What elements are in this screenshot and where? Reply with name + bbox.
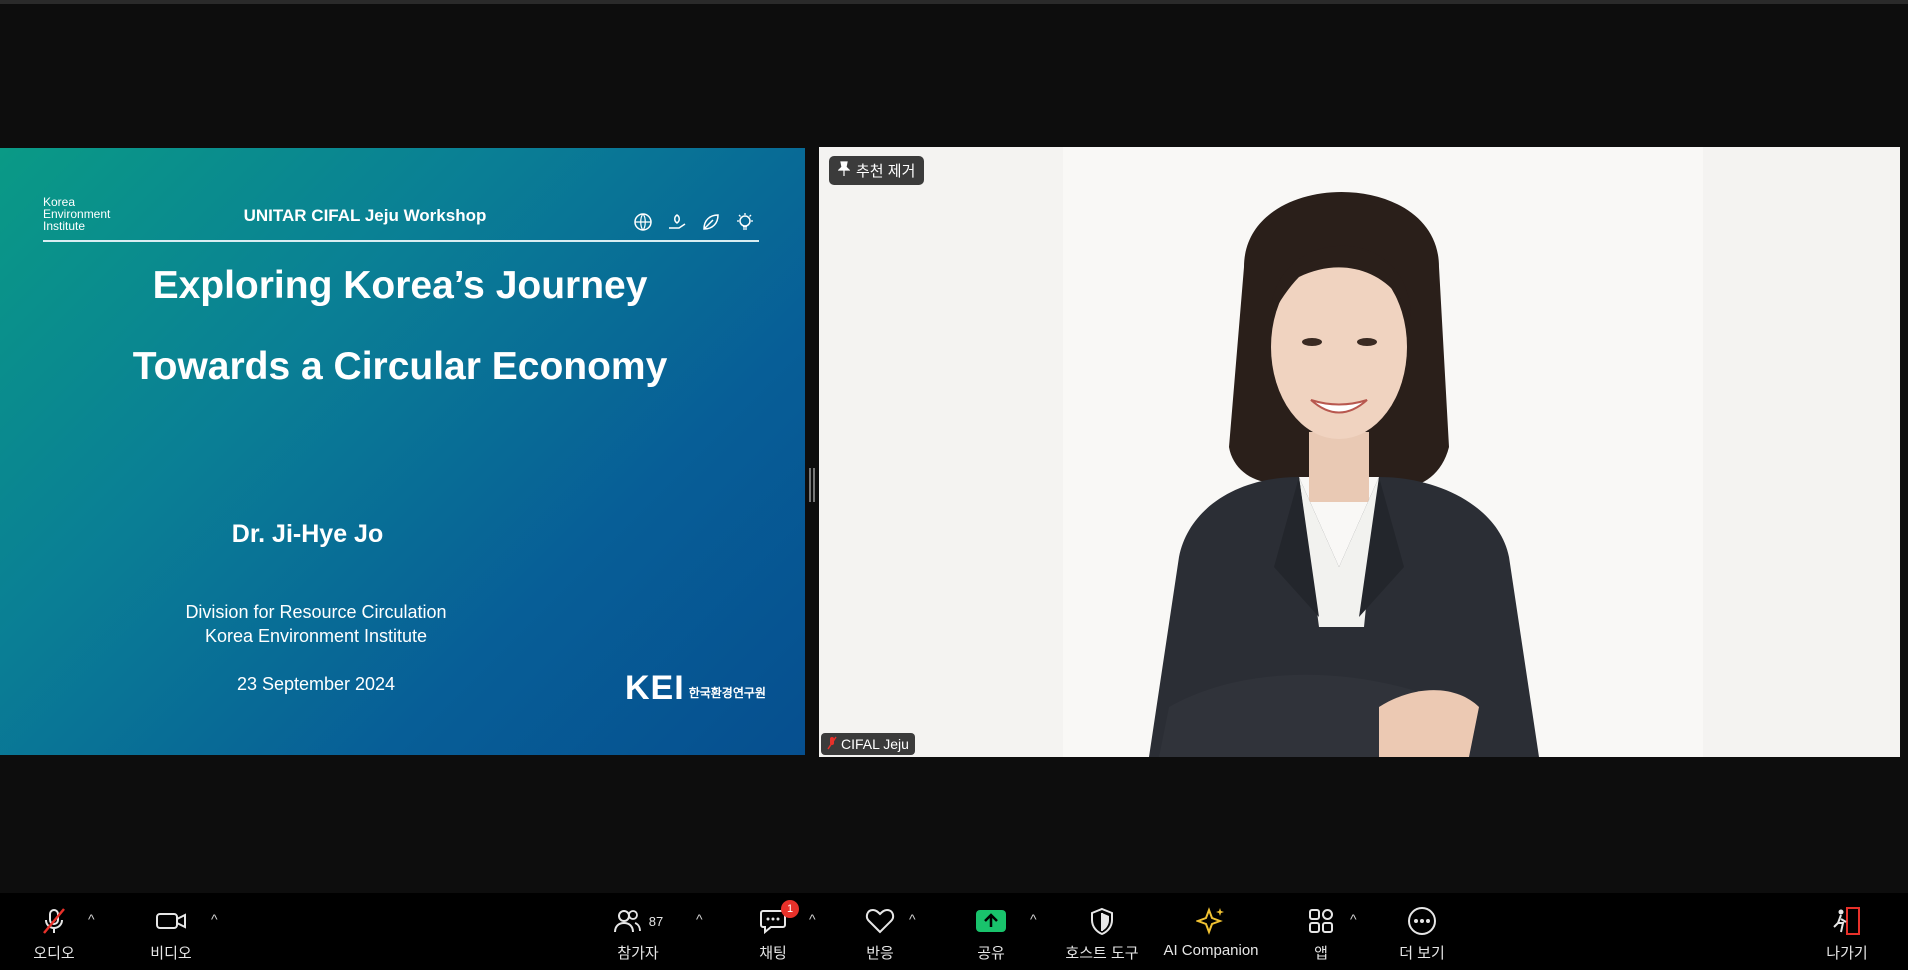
reactions-label: 반응 [866,945,894,962]
leaf-icon [701,212,721,232]
globe-icon [633,212,653,232]
hand-plant-icon [667,212,687,232]
participant-name-badge: CIFAL Jeju [821,733,915,755]
chat-unread-badge: 1 [781,900,799,918]
chat-button[interactable]: 1 채팅 [748,893,799,970]
slide-title-line1: Exploring Korea’s Journey [152,264,648,307]
presenter-division: Division for Resource Circulation [185,602,447,622]
reactions-options-caret[interactable]: ^ [909,911,916,927]
slide-title-line2: Towards a Circular Economy [132,345,668,388]
split-resize-handle[interactable] [809,468,815,502]
meeting-toolbar: 오디오 ^ 비디오 ^ 87 참가자 ^ 1 채팅 ^ 반응 ^ 공유 ^ 호스… [0,893,1908,970]
leave-button[interactable]: 나가기 [1822,893,1872,970]
shared-screen-slide: Korea Environment Institute UNITAR CIFAL… [0,148,805,755]
chat-label: 채팅 [759,945,787,962]
apps-icon [1307,906,1335,936]
participants-options-caret[interactable]: ^ [696,911,703,927]
kei-logo: KEI 한국환경연구원 [625,671,766,705]
presentation-date: 23 September 2024 [236,674,396,694]
sparkle-icon [1196,906,1226,936]
participants-count: 87 [648,913,664,929]
speaker-video-tile[interactable]: 추천 제거 CIFAL Jeju [819,147,1900,757]
header-icons [633,212,755,232]
video-camera-icon [155,906,187,936]
muted-mic-icon [827,736,837,753]
share-screen-button[interactable]: 공유 [966,893,1016,970]
ai-companion-label: AI Companion [1163,942,1259,959]
video-button[interactable]: 비디오 [146,893,196,970]
share-screen-icon [975,906,1007,936]
audio-options-caret[interactable]: ^ [88,911,95,927]
participants-button[interactable]: 87 참가자 [608,893,668,970]
remove-spotlight-button[interactable]: 추천 제거 [829,156,925,185]
more-button[interactable]: 더 보기 [1394,893,1450,970]
participants-label: 참가자 [617,945,659,962]
apps-button[interactable]: 앱 [1303,893,1339,970]
pin-icon [837,160,851,181]
reactions-button[interactable]: 반응 [855,893,905,970]
window-top-edge [0,0,1908,4]
heart-icon [865,906,895,936]
apps-label: 앱 [1314,945,1328,962]
audio-button[interactable]: 오디오 [29,893,79,970]
kei-logo-korean: 한국환경연구원 [688,686,766,700]
more-label: 더 보기 [1399,945,1445,962]
kei-logo-text: KEI [625,669,685,707]
audio-label: 오디오 [33,945,75,962]
shield-icon [1089,906,1115,936]
ai-companion-button[interactable]: AI Companion [1160,893,1262,970]
chat-options-caret[interactable]: ^ [809,911,816,927]
presenter-name: Dr. Ji-Hye Jo [231,520,384,548]
microphone-muted-icon [39,906,69,936]
presenter-institute: Korea Environment Institute [204,626,428,646]
exit-door-icon [1832,906,1862,936]
header-rule [43,240,759,242]
participants-icon: 87 [613,906,663,936]
host-tools-label: 호스트 도구 [1065,945,1139,962]
chat-icon: 1 [759,900,799,936]
lightbulb-icon [735,212,755,232]
more-icon [1407,906,1437,936]
video-label: 비디오 [150,945,192,962]
speaker-portrait [1149,192,1539,757]
video-options-caret[interactable]: ^ [211,911,218,927]
remove-spotlight-label: 추천 제거 [856,163,916,180]
share-options-caret[interactable]: ^ [1030,911,1037,927]
host-tools-button[interactable]: 호스트 도구 [1060,893,1144,970]
leave-label: 나가기 [1826,945,1868,962]
apps-options-caret[interactable]: ^ [1350,911,1357,927]
workshop-title: UNITAR CIFAL Jeju Workshop [243,206,487,225]
share-label: 공유 [977,945,1005,962]
participant-name: CIFAL Jeju [841,736,909,752]
